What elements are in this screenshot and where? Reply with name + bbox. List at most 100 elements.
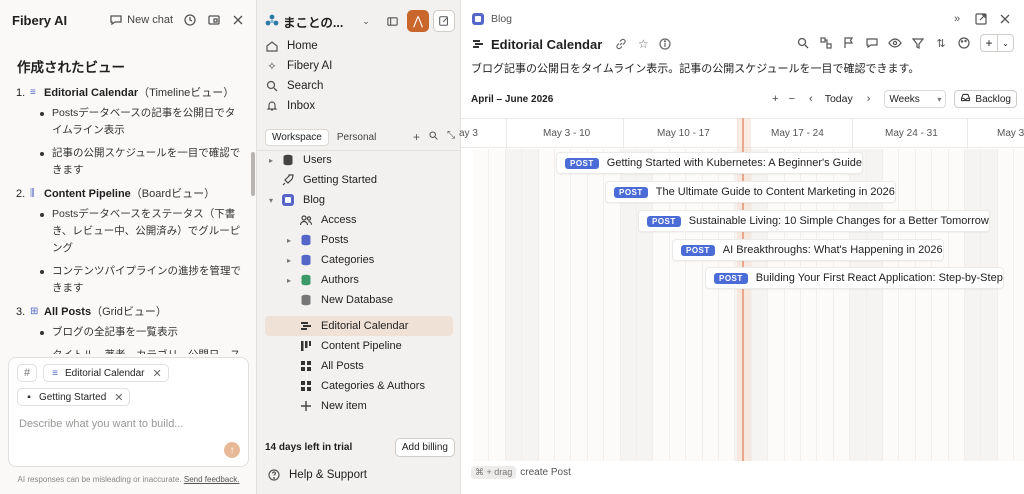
tree-item-all-posts[interactable]: All Posts	[265, 356, 453, 376]
tree-item-users[interactable]: ▸ Users	[265, 150, 453, 170]
breadcrumb[interactable]: Blog	[471, 12, 512, 26]
caret-icon[interactable]: ▸	[269, 156, 281, 165]
sort-icon[interactable]: ⇅	[934, 36, 948, 50]
timeline-icon: ≡	[30, 87, 36, 98]
timeline-post-item[interactable]: POST Sustainable Living: 10 Simple Change…	[638, 210, 990, 232]
hash-icon[interactable]: #	[17, 364, 37, 382]
zoom-out-icon[interactable]: −	[789, 93, 795, 105]
info-icon[interactable]	[658, 37, 672, 51]
tree-item-access[interactable]: Access	[265, 210, 453, 230]
database-icon	[299, 253, 313, 267]
collapse-icon[interactable]: ⤡	[447, 130, 455, 144]
history-button[interactable]	[183, 13, 197, 27]
palette-icon[interactable]	[957, 36, 971, 50]
add-options-chevron-icon[interactable]: ⌄	[997, 35, 1013, 51]
context-chip-editorial[interactable]: ≡ Editorial Calendar ✕	[43, 364, 169, 382]
tab-workspace[interactable]: Workspace	[265, 128, 329, 146]
create-hint-label: create Post	[520, 467, 571, 478]
remove-chip-icon[interactable]: ✕	[153, 367, 162, 380]
relations-icon[interactable]	[819, 36, 833, 50]
search-icon[interactable]	[796, 36, 810, 50]
tree-item-authors[interactable]: ▸ Authors	[265, 270, 453, 290]
tree-item-getting-started[interactable]: Getting Started	[265, 170, 453, 190]
tree-item-new-item[interactable]: New item	[265, 396, 453, 416]
flag-icon[interactable]	[842, 36, 856, 50]
workspace-header: まことの... ⌄ ⋀	[265, 8, 455, 34]
tree-item-label: New Database	[321, 294, 394, 306]
help-label: Help & Support	[289, 469, 367, 481]
help-support[interactable]: Help & Support	[267, 468, 367, 482]
tree-item-categories[interactable]: ▸ Categories	[265, 250, 453, 270]
tab-personal[interactable]: Personal	[331, 130, 382, 145]
tree-item-content-pipeline[interactable]: Content Pipeline	[265, 336, 453, 356]
eye-icon[interactable]	[888, 36, 902, 50]
nav-search[interactable]: Search	[265, 76, 453, 96]
nav-home[interactable]: Home	[265, 36, 453, 56]
ai-button[interactable]: ⋀	[407, 10, 429, 32]
expand-icon[interactable]: »	[950, 12, 964, 26]
tree-item-editorial-calendar[interactable]: Editorial Calendar	[265, 316, 453, 336]
tree-item-label: Authors	[321, 274, 359, 286]
open-in-new-icon[interactable]	[974, 12, 988, 26]
view-name: Editorial Calendar	[44, 87, 139, 99]
view-type: （Timelineビュー）	[138, 87, 235, 99]
tree-item-new-database[interactable]: New Database	[265, 290, 453, 310]
nav-fibery-ai[interactable]: ✧ Fibery AI	[265, 56, 453, 76]
caret-icon[interactable]: ▾	[269, 196, 281, 205]
view-description[interactable]: ブログ記事の公開日をタイムライン表示。記事の公開スケジュールを一目で確認できます…	[471, 60, 919, 76]
day-column	[505, 149, 523, 461]
caret-icon[interactable]: ▸	[287, 256, 299, 265]
filter-icon[interactable]	[911, 36, 925, 50]
users-icon	[299, 213, 313, 227]
toggle-sidebar-button[interactable]	[381, 10, 403, 32]
caret-icon[interactable]: ▸	[287, 276, 299, 285]
next-period-icon[interactable]: ›	[867, 93, 871, 105]
add-icon[interactable]: +	[413, 130, 420, 144]
blog-icon	[471, 12, 485, 26]
timeline-post-item[interactable]: POST The Ultimate Guide to Content Market…	[605, 181, 896, 203]
today-button[interactable]: Today	[825, 93, 853, 105]
caret-icon[interactable]: ▸	[287, 236, 299, 245]
link-icon[interactable]	[614, 37, 628, 51]
home-icon	[265, 39, 279, 53]
timeline-post-item[interactable]: POST Getting Started with Kubernetes: A B…	[556, 152, 864, 174]
tree-item-label: Users	[303, 154, 332, 166]
ai-scrollbar[interactable]	[251, 152, 255, 196]
timeline-post-item[interactable]: POST AI Breakthroughs: What's Happening i…	[672, 239, 944, 261]
zoom-in-icon[interactable]: +	[772, 93, 778, 105]
comment-icon[interactable]	[865, 36, 879, 50]
new-chat-button[interactable]: New chat	[109, 13, 173, 27]
tree-item-label: Posts	[321, 234, 349, 246]
context-chip-getting-started[interactable]: ▪ Getting Started ✕	[17, 388, 131, 406]
tree-item-blog[interactable]: ▾ Blog	[265, 190, 453, 210]
close-ai-button[interactable]	[231, 13, 245, 27]
history-icon	[183, 13, 197, 27]
zoom-level-select[interactable]: Weeks ▾	[884, 90, 947, 108]
search-icon[interactable]	[428, 130, 439, 144]
close-icon	[231, 13, 245, 27]
backlog-button[interactable]: Backlog	[954, 90, 1017, 108]
dock-button[interactable]	[207, 13, 221, 27]
ai-prompt-input[interactable]: Describe what you want to build...	[19, 418, 183, 430]
tree-item-posts[interactable]: ▸ Posts	[265, 230, 453, 250]
remove-chip-icon[interactable]: ✕	[114, 391, 123, 404]
nav-inbox[interactable]: Inbox	[265, 96, 453, 116]
new-page-button[interactable]	[433, 10, 455, 32]
tree-item-categories-authors[interactable]: Categories & Authors	[265, 376, 453, 396]
timeline-icon	[471, 37, 485, 51]
send-feedback-link[interactable]: Send feedback.	[184, 475, 240, 484]
add-billing-button[interactable]: Add billing	[394, 437, 455, 457]
send-button[interactable]: ↑	[224, 442, 240, 458]
post-type-badge: POST	[681, 244, 715, 256]
close-icon[interactable]	[998, 12, 1012, 26]
workspace-menu-chevron-icon[interactable]: ⌄	[355, 10, 377, 32]
view-title[interactable]: Editorial Calendar	[491, 37, 602, 52]
timeline-post-item[interactable]: POST Building Your First React Applicatio…	[705, 267, 1004, 289]
document-icon: ▪	[27, 391, 31, 403]
star-icon[interactable]: ☆	[636, 37, 650, 51]
day-column	[473, 149, 490, 461]
add-post-button[interactable]: +	[981, 35, 997, 51]
prev-period-icon[interactable]: ‹	[809, 93, 813, 105]
view-name: All Posts	[44, 306, 92, 318]
workspace-name[interactable]: まことの...	[283, 12, 351, 31]
